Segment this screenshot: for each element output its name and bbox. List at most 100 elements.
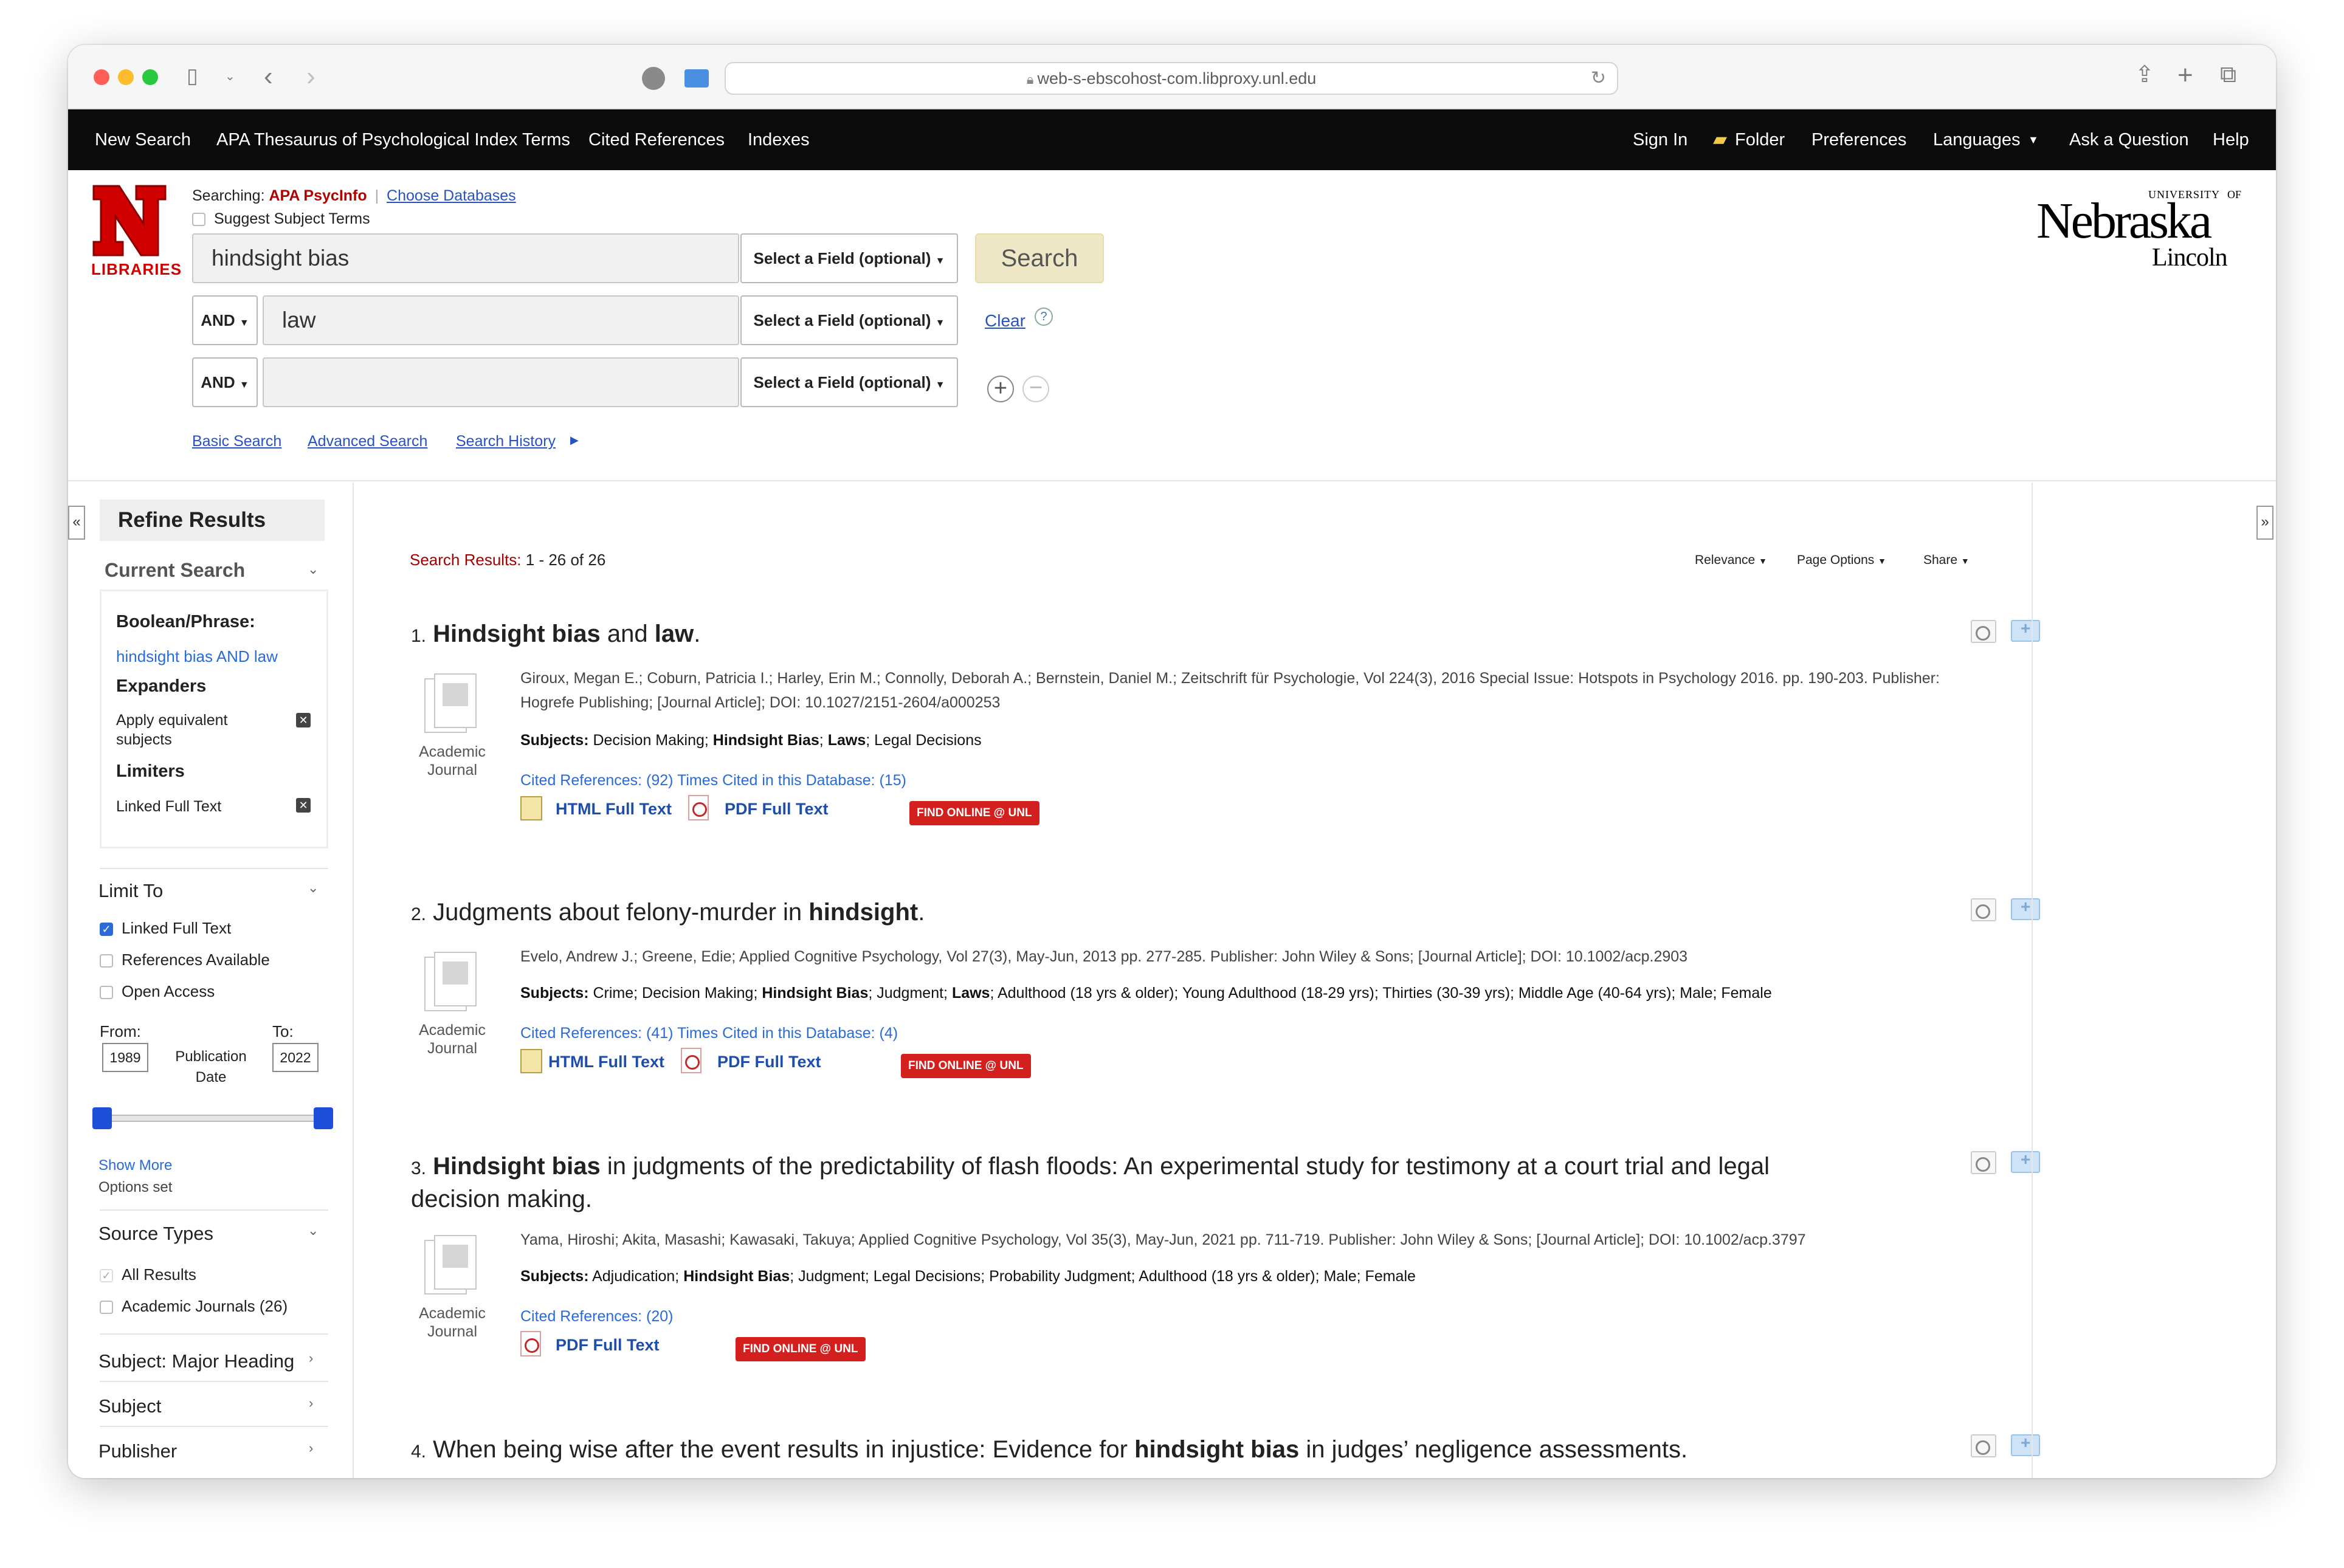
nav-new-search[interactable]: New Search xyxy=(95,109,191,170)
html-full-text-icon[interactable] xyxy=(520,1049,542,1073)
share-icon[interactable]: ⇪ xyxy=(2135,63,2154,86)
chevron-right-icon[interactable]: › xyxy=(309,1350,313,1366)
extension-icon[interactable] xyxy=(642,67,665,90)
page-options-dropdown[interactable]: Page Options ▼ xyxy=(1797,553,1886,568)
checkbox-open-access[interactable] xyxy=(100,986,113,1000)
result-title[interactable]: 3. Hindsight bias in judgments of the pr… xyxy=(411,1151,1809,1214)
date-slider-track[interactable] xyxy=(102,1115,327,1122)
find-online-button[interactable]: FIND ONLINE @ UNL xyxy=(909,801,1039,825)
from-year-input[interactable]: 1989 xyxy=(102,1043,148,1072)
source-option-academic-journals[interactable]: Academic Journals (26) xyxy=(100,1297,288,1316)
bool-select-2[interactable]: AND ▼ xyxy=(192,295,258,345)
new-tab-icon[interactable]: + xyxy=(2177,62,2193,89)
search-history-link[interactable]: Search History xyxy=(456,433,556,450)
help-icon[interactable]: ? xyxy=(1035,308,1053,326)
result-title[interactable]: 1. Hindsight bias and law. xyxy=(411,619,1809,652)
minimize-window-button[interactable] xyxy=(118,69,134,85)
result-title[interactable]: 4. When being wise after the event resul… xyxy=(411,1434,1809,1467)
field-select-1[interactable]: Select a Field (optional) ▼ xyxy=(740,233,958,283)
unl-logo[interactable]: UNIVERSITY OF Nebraska Lincoln xyxy=(2036,184,2255,275)
zoom-window-button[interactable] xyxy=(142,69,158,85)
advanced-search-link[interactable]: Advanced Search xyxy=(308,433,427,450)
checkbox-all-results[interactable]: ✓ xyxy=(100,1269,113,1283)
result-title-text[interactable]: When being wise after the event results … xyxy=(433,1436,1687,1463)
pdf-icon[interactable] xyxy=(520,1331,541,1357)
html-full-text-link[interactable]: HTML Full Text xyxy=(548,1053,664,1071)
limit-option-open-access[interactable]: Open Access xyxy=(100,982,215,1001)
nav-cited-references[interactable]: Cited References xyxy=(588,109,725,170)
find-online-button[interactable]: FIND ONLINE @ UNL xyxy=(901,1054,1031,1078)
suggest-terms-option[interactable]: Suggest Subject Terms xyxy=(192,210,370,228)
facet-subject[interactable]: Subject xyxy=(98,1395,161,1417)
source-types-heading[interactable]: Source Types xyxy=(98,1223,213,1245)
share-dropdown[interactable]: Share ▼ xyxy=(1923,553,1970,568)
date-slider-start-handle[interactable] xyxy=(92,1107,112,1129)
html-full-text-link[interactable]: HTML Full Text xyxy=(556,800,672,819)
chevron-down-icon[interactable]: ⌄ xyxy=(308,562,319,577)
result-title[interactable]: 2. Judgments about felony-murder in hind… xyxy=(411,897,1809,930)
source-option-all-results[interactable]: ✓ All Results xyxy=(100,1265,196,1284)
sort-dropdown[interactable]: Relevance ▼ xyxy=(1695,553,1767,568)
preview-icon[interactable] xyxy=(1971,1151,1996,1174)
remove-limiter-icon[interactable]: ✕ xyxy=(296,798,311,813)
add-to-folder-icon[interactable] xyxy=(2011,1433,2040,1456)
clear-link[interactable]: Clear xyxy=(985,311,1026,331)
pdf-full-text-link[interactable]: PDF Full Text xyxy=(717,1053,821,1071)
reload-icon[interactable]: ↻ xyxy=(1591,63,1606,94)
chevron-right-icon[interactable]: › xyxy=(309,1395,313,1411)
nav-ask-question[interactable]: Ask a Question xyxy=(2069,109,2189,170)
show-more-link[interactable]: Show More xyxy=(98,1157,172,1174)
boolean-phrase-value[interactable]: hindsight bias AND law xyxy=(116,647,278,666)
find-online-button[interactable]: FIND ONLINE @ UNL xyxy=(736,1337,866,1361)
chevron-right-icon[interactable]: › xyxy=(309,1440,313,1456)
facet-subject-major-heading[interactable]: Subject: Major Heading xyxy=(98,1350,294,1372)
nav-sign-in[interactable]: Sign In xyxy=(1633,109,1687,170)
remove-row-icon[interactable]: − xyxy=(1022,376,1049,402)
limit-to-heading[interactable]: Limit To xyxy=(98,880,163,902)
html-full-text-icon[interactable] xyxy=(520,796,542,820)
result-title-text[interactable]: Hindsight bias and law. xyxy=(433,621,700,647)
checkbox-academic-journals[interactable] xyxy=(100,1301,113,1315)
expand-right-panel-icon[interactable]: » xyxy=(2256,506,2273,540)
close-window-button[interactable] xyxy=(94,69,109,85)
current-search-heading[interactable]: Current Search xyxy=(105,559,245,582)
checkbox-references-available[interactable] xyxy=(100,954,113,968)
add-to-folder-icon[interactable] xyxy=(2011,619,2040,642)
nav-preferences[interactable]: Preferences xyxy=(1811,109,1906,170)
limit-option-linked-full-text[interactable]: ✓ Linked Full Text xyxy=(100,919,231,938)
add-row-icon[interactable]: + xyxy=(987,376,1014,402)
cited-references-link[interactable]: Cited References: (41) Times Cited in th… xyxy=(520,1025,898,1042)
sidebar-toggle-icon[interactable]: ▯ xyxy=(187,66,198,86)
cited-references-link[interactable]: Cited References: (92) Times Cited in th… xyxy=(520,772,906,789)
nav-apa-thesaurus[interactable]: APA Thesaurus of Psychological Index Ter… xyxy=(216,109,570,170)
libraries-logo[interactable]: LIBRARIES xyxy=(90,181,181,284)
address-bar[interactable]: 🔒︎ web-s-ebscohost-com.libproxy.unl.edu … xyxy=(725,62,1618,95)
back-icon[interactable]: ‹ xyxy=(264,63,273,90)
tabs-overview-icon[interactable]: ⧉ xyxy=(2220,63,2236,86)
search-input-1[interactable]: hindsight bias xyxy=(192,233,739,283)
remove-expander-icon[interactable]: ✕ xyxy=(296,713,311,727)
pdf-icon[interactable] xyxy=(681,1048,701,1073)
search-input-2[interactable]: law xyxy=(263,295,739,345)
pdf-icon[interactable] xyxy=(688,795,709,820)
suggest-terms-checkbox[interactable] xyxy=(192,213,205,227)
bool-select-3[interactable]: AND ▼ xyxy=(192,357,258,407)
pdf-full-text-link[interactable]: PDF Full Text xyxy=(725,800,829,819)
limit-option-references-available[interactable]: References Available xyxy=(100,951,270,969)
nav-help[interactable]: Help xyxy=(2213,109,2249,170)
forward-icon[interactable]: › xyxy=(306,63,315,90)
chevron-down-icon[interactable]: ⌄ xyxy=(308,1223,319,1239)
add-to-folder-icon[interactable] xyxy=(2011,897,2040,920)
facet-publisher[interactable]: Publisher xyxy=(98,1440,177,1462)
basic-search-link[interactable]: Basic Search xyxy=(192,433,281,450)
checkbox-linked-full-text[interactable]: ✓ xyxy=(100,923,113,937)
field-select-2[interactable]: Select a Field (optional) ▼ xyxy=(740,295,958,345)
search-button[interactable]: Search xyxy=(975,233,1104,283)
date-slider-end-handle[interactable] xyxy=(314,1107,333,1129)
result-title-text[interactable]: Judgments about felony-murder in hindsig… xyxy=(433,899,925,926)
collapse-sidebar-icon[interactable]: « xyxy=(68,506,85,540)
field-select-3[interactable]: Select a Field (optional) ▼ xyxy=(740,357,958,407)
add-to-folder-icon[interactable] xyxy=(2011,1150,2040,1173)
pdf-full-text-link[interactable]: PDF Full Text xyxy=(556,1336,660,1355)
chevron-down-icon[interactable]: ⌄ xyxy=(308,880,319,896)
